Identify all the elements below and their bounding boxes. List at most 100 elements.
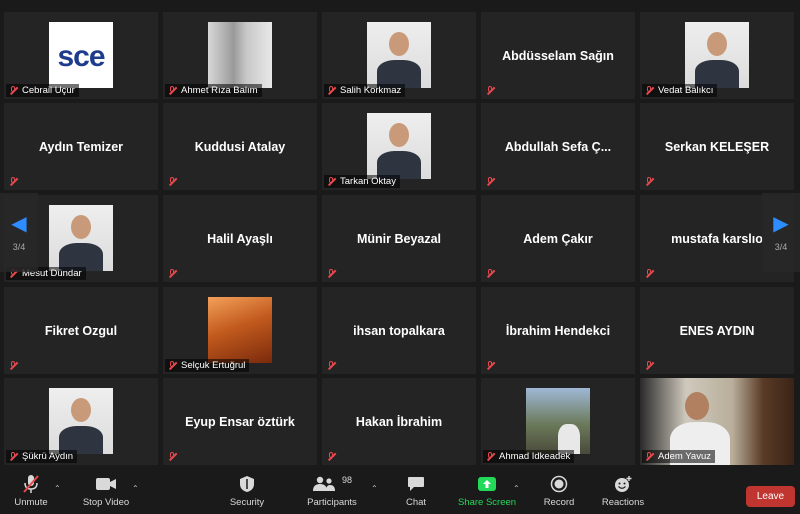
person-head	[389, 123, 409, 147]
unmute-label: Unmute	[14, 496, 48, 508]
blurred-profile-photo	[208, 22, 272, 88]
participant-tile[interactable]: Vedat Balıkcı	[640, 12, 794, 99]
chat-button[interactable]: Chat	[396, 466, 436, 514]
page-indicator-left: 3/4	[12, 241, 26, 252]
microphone-muted-icon	[326, 268, 337, 279]
participant-tile[interactable]: Şükrü Aydın	[4, 378, 158, 465]
participant-name-label	[483, 267, 500, 280]
participant-tile[interactable]: Münir Beyazal	[322, 195, 476, 282]
participant-name-label	[324, 450, 341, 463]
participant-tile[interactable]: ihsan topalkara	[322, 287, 476, 374]
participant-tile[interactable]: Fikret Ozgul	[4, 287, 158, 374]
share-screen-button[interactable]: Share Screen	[456, 466, 518, 514]
participant-name-label	[483, 175, 500, 188]
microphone-muted-icon	[326, 360, 337, 371]
participant-tile[interactable]: Adem Yavuz	[640, 378, 794, 465]
participant-tile[interactable]: Ahmad Idkeadek	[481, 378, 635, 465]
record-label: Record	[543, 496, 575, 508]
reactions-label: Reactions	[601, 496, 645, 508]
participant-name-label: Salih Korkmaz	[324, 84, 406, 97]
participant-display-name: Halil Ayaşlı	[207, 231, 273, 246]
participant-tile[interactable]: Abdullah Sefa Ç...	[481, 103, 635, 190]
person-head	[71, 398, 91, 422]
participant-tile[interactable]: Kuddusi Atalay	[163, 103, 317, 190]
share-options-caret[interactable]: ⌃	[513, 484, 520, 493]
previous-page-button[interactable]: ◀ 3/4	[0, 193, 38, 272]
participant-display-name: Eyup Ensar öztürk	[185, 414, 295, 429]
participant-name: Selçuk Ertuğrul	[181, 360, 246, 371]
microphone-muted-icon	[485, 451, 496, 462]
participant-display-name: Abdüsselam Sağın	[502, 48, 614, 63]
microphone-muted-icon	[167, 176, 178, 187]
page-indicator-right: 3/4	[774, 241, 788, 252]
participant-name: Ahmad Idkeadek	[499, 451, 571, 462]
chevron-right-icon: ▶	[773, 212, 789, 235]
next-page-button[interactable]: ▶ 3/4	[762, 193, 800, 272]
unmute-button[interactable]: Unmute	[8, 466, 54, 514]
profile-photo	[685, 22, 749, 88]
person-head	[71, 215, 91, 239]
participant-tile[interactable]: Adem Çakır	[481, 195, 635, 282]
landscape-profile-photo	[208, 297, 272, 363]
microphone-muted-icon	[485, 176, 496, 187]
participant-name-label: Selçuk Ertuğrul	[165, 359, 250, 372]
participant-tile[interactable]: Abdüsselam Sağın	[481, 12, 635, 99]
logo-text: sce	[57, 40, 105, 73]
participant-tile[interactable]: Salih Korkmaz	[322, 12, 476, 99]
participant-tile[interactable]: Aydın Temizer	[4, 103, 158, 190]
person-head	[389, 32, 409, 56]
participant-name-label: Vedat Balıkcı	[642, 84, 718, 97]
microphone-muted-icon	[644, 451, 655, 462]
microphone-muted-icon	[8, 451, 19, 462]
microphone-muted-icon	[167, 451, 178, 462]
microphone-muted-icon	[326, 451, 337, 462]
participant-name-label	[483, 359, 500, 372]
participant-tile[interactable]: Halil Ayaşlı	[163, 195, 317, 282]
participant-name-label	[642, 175, 659, 188]
smiley-plus-icon	[613, 473, 633, 495]
profile-photo	[367, 22, 431, 88]
participants-button[interactable]: 98 Participants	[302, 466, 362, 514]
security-button[interactable]: Security	[224, 466, 270, 514]
meeting-toolbar: Unmute ⌃ Stop Video ⌃ Security 98 Partic…	[0, 466, 800, 514]
microphone-muted-icon	[167, 360, 178, 371]
participant-tile[interactable]: Tarkan Oktay	[322, 103, 476, 190]
audio-options-caret[interactable]: ⌃	[54, 484, 61, 493]
person-head	[685, 392, 709, 420]
participant-display-name: Münir Beyazal	[356, 231, 442, 246]
microphone-muted-icon	[8, 360, 19, 371]
participant-name-label	[642, 359, 659, 372]
outdoor-profile-photo	[526, 388, 590, 454]
participant-name-label: Adem Yavuz	[642, 450, 715, 463]
microphone-muted-icon	[167, 268, 178, 279]
participant-name-label	[165, 267, 182, 280]
video-camera-icon	[95, 473, 117, 495]
participant-tile[interactable]: Selçuk Ertuğrul	[163, 287, 317, 374]
participant-tile[interactable]: Hakan İbrahim	[322, 378, 476, 465]
microphone-muted-icon	[485, 360, 496, 371]
participant-tile[interactable]: Ahmet Rıza Balım	[163, 12, 317, 99]
participants-count: 98	[341, 474, 352, 485]
chat-bubble-icon	[407, 473, 425, 495]
profile-photo	[49, 388, 113, 454]
participant-display-name: Abdullah Sefa Ç...	[504, 139, 612, 154]
reactions-button[interactable]: Reactions	[598, 466, 648, 514]
stop-video-button[interactable]: Stop Video	[80, 466, 132, 514]
share-screen-label: Share Screen	[457, 496, 517, 508]
participant-tile[interactable]: sce Cebrail Uçur	[4, 12, 158, 99]
share-screen-icon	[477, 473, 497, 495]
participants-options-caret[interactable]: ⌃	[371, 484, 378, 493]
participant-name-label	[642, 267, 659, 280]
participant-tile[interactable]: İbrahim Hendekci	[481, 287, 635, 374]
participant-tile[interactable]: ENES AYDIN	[640, 287, 794, 374]
participant-name: Şükrü Aydın	[22, 451, 74, 462]
participant-name: Tarkan Oktay	[340, 176, 396, 187]
microphone-muted-icon	[644, 85, 655, 96]
leave-button[interactable]: Leave	[746, 486, 795, 507]
microphone-muted-icon	[644, 268, 655, 279]
record-button[interactable]: Record	[537, 466, 581, 514]
video-options-caret[interactable]: ⌃	[132, 484, 139, 493]
participant-name-label	[165, 450, 182, 463]
participant-tile[interactable]: Serkan KELEŞER	[640, 103, 794, 190]
participant-tile[interactable]: Eyup Ensar öztürk	[163, 378, 317, 465]
